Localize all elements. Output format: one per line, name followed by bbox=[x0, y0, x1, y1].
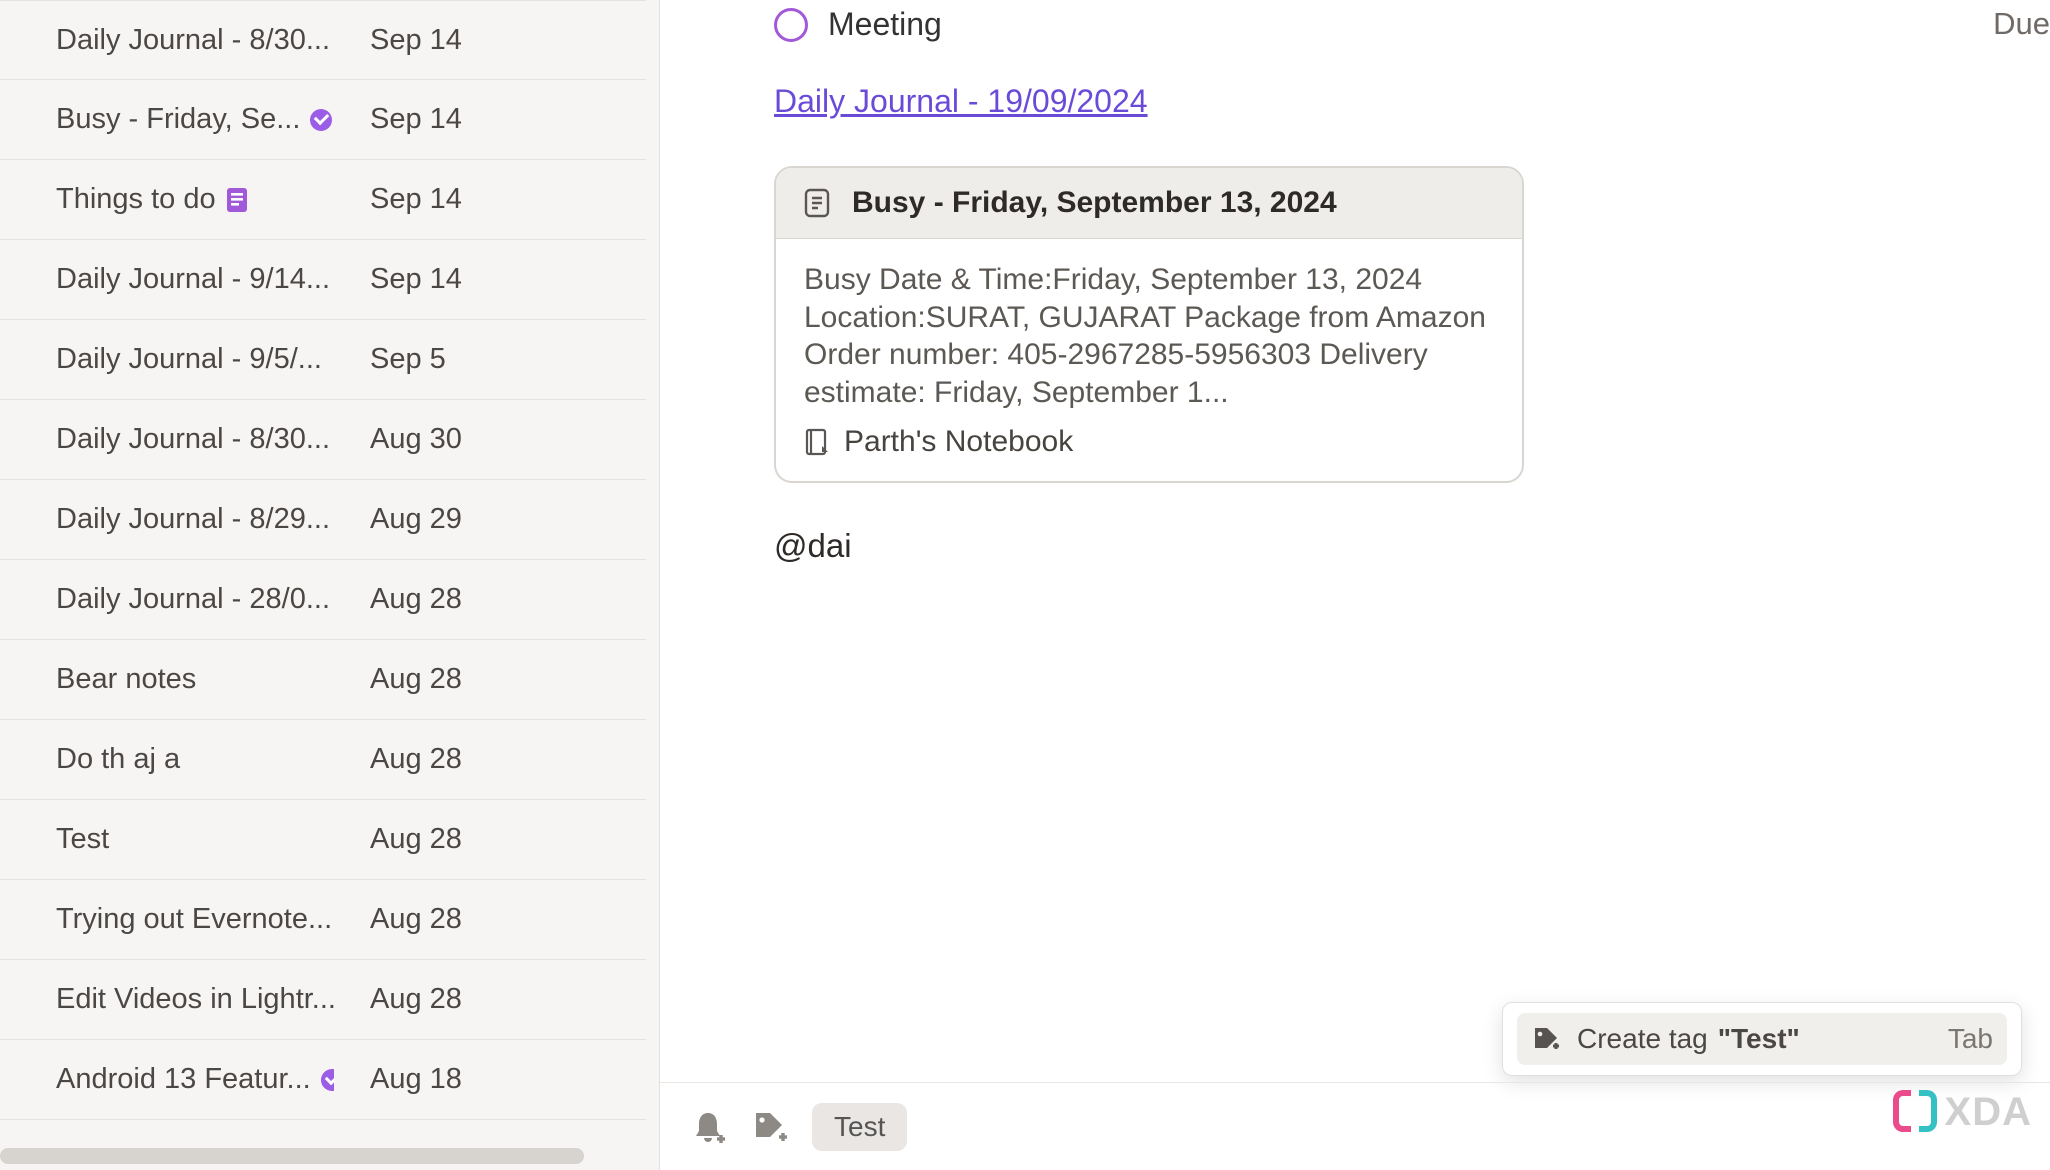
note-date: Aug 28 bbox=[370, 663, 462, 696]
add-tag-icon[interactable] bbox=[750, 1107, 790, 1147]
note-date: Aug 28 bbox=[370, 903, 462, 936]
card-body: Busy Date & Time:Friday, September 13, 2… bbox=[776, 239, 1522, 421]
note-title: Daily Journal - 9/5/... bbox=[56, 343, 334, 376]
tag-suggestion-text: Create tag "Test" bbox=[1577, 1023, 1932, 1055]
note-title: Bear notes bbox=[56, 663, 334, 696]
note-title: Busy - Friday, Se... bbox=[56, 103, 334, 136]
editor-pane: Due Meeting Daily Journal - 19/09/2024 B… bbox=[660, 0, 2050, 1170]
note-title: Do th aj a bbox=[56, 743, 334, 776]
note-title: Daily Journal - 28/0... bbox=[56, 583, 334, 616]
note-title: Daily Journal - 8/29... bbox=[56, 503, 334, 536]
tag-suggestion-shortcut: Tab bbox=[1948, 1023, 1993, 1055]
note-row[interactable]: Things to do Sep 14 bbox=[0, 160, 646, 240]
card-snippet: Busy Date & Time:Friday, September 13, 2… bbox=[804, 261, 1494, 411]
note-title: Edit Videos in Lightr... bbox=[56, 983, 334, 1016]
notebook-name: Parth's Notebook bbox=[844, 425, 1073, 459]
xda-text: XDA bbox=[1945, 1090, 2032, 1135]
note-date: Aug 28 bbox=[370, 983, 462, 1016]
note-row[interactable]: Edit Videos in Lightr... Aug 28 bbox=[0, 960, 646, 1040]
note-row[interactable]: Daily Journal - 9/14... Sep 14 bbox=[0, 240, 646, 320]
note-date: Aug 18 bbox=[370, 1063, 462, 1096]
notes-list: Daily Journal - 8/30...Sep 14Busy - Frid… bbox=[0, 0, 646, 1120]
card-header: Busy - Friday, September 13, 2024 bbox=[776, 168, 1522, 239]
note-date: Aug 28 bbox=[370, 743, 462, 776]
note-date: Sep 14 bbox=[370, 183, 462, 216]
xda-watermark: XDA bbox=[1891, 1088, 2032, 1136]
note-row[interactable]: Android 13 Featur... Aug 18 bbox=[0, 1040, 646, 1120]
notes-sidebar: Daily Journal - 8/30...Sep 14Busy - Frid… bbox=[0, 0, 660, 1170]
note-title: Daily Journal - 8/30... bbox=[56, 24, 334, 57]
card-footer: Parth's Notebook bbox=[776, 421, 1522, 481]
tag-add-icon bbox=[1531, 1024, 1561, 1054]
shared-check-icon bbox=[321, 1069, 334, 1091]
note-title: Test bbox=[56, 823, 334, 856]
note-icon bbox=[804, 188, 830, 218]
card-title: Busy - Friday, September 13, 2024 bbox=[852, 186, 1337, 220]
due-label: Due bbox=[1993, 6, 2050, 42]
note-date: Aug 30 bbox=[370, 423, 462, 456]
note-title: Trying out Evernote... bbox=[56, 903, 334, 936]
note-row[interactable]: Daily Journal - 8/30... Aug 30 bbox=[0, 400, 646, 480]
linked-note-card[interactable]: Busy - Friday, September 13, 2024 Busy D… bbox=[774, 166, 1524, 483]
note-date: Aug 29 bbox=[370, 503, 462, 536]
note-date: Sep 5 bbox=[370, 343, 446, 376]
note-row[interactable]: Trying out Evernote... Aug 28 bbox=[0, 880, 646, 960]
xda-logo-icon bbox=[1891, 1088, 1939, 1136]
tag-suggestion-item[interactable]: Create tag "Test" Tab bbox=[1517, 1013, 2007, 1065]
note-date: Aug 28 bbox=[370, 823, 462, 856]
note-date: Sep 14 bbox=[370, 103, 462, 136]
note-row[interactable]: Bear notes Aug 28 bbox=[0, 640, 646, 720]
editor-content[interactable]: Due Meeting Daily Journal - 19/09/2024 B… bbox=[660, 0, 2050, 1082]
note-row[interactable]: Daily Journal - 9/5/... Sep 5 bbox=[0, 320, 646, 400]
tag-suggestion-popup: Create tag "Test" Tab bbox=[1502, 1002, 2022, 1076]
note-date: Sep 14 bbox=[370, 263, 462, 296]
note-row[interactable]: Busy - Friday, Se... Sep 14 bbox=[0, 80, 646, 160]
internal-note-link[interactable]: Daily Journal - 19/09/2024 bbox=[774, 83, 1148, 120]
note-row[interactable]: Test Aug 28 bbox=[0, 800, 646, 880]
horizontal-scrollbar[interactable] bbox=[0, 1148, 584, 1164]
note-date: Sep 14 bbox=[370, 24, 462, 57]
checkbox-row: Meeting bbox=[774, 6, 2050, 43]
template-note-icon bbox=[226, 187, 248, 213]
note-title: Android 13 Featur... bbox=[56, 1063, 334, 1096]
note-title: Things to do bbox=[56, 183, 334, 216]
note-title: Daily Journal - 9/14... bbox=[56, 263, 334, 296]
editor-bottom-bar: Test bbox=[660, 1082, 2050, 1170]
shared-check-icon bbox=[310, 109, 332, 131]
task-checkbox[interactable] bbox=[774, 8, 808, 42]
task-label[interactable]: Meeting bbox=[828, 6, 942, 43]
note-date: Aug 28 bbox=[370, 583, 462, 616]
note-row[interactable]: Daily Journal - 8/30... Sep 14 bbox=[0, 0, 646, 80]
notebook-icon bbox=[804, 428, 830, 456]
note-title: Daily Journal - 8/30... bbox=[56, 423, 334, 456]
note-row[interactable]: Do th aj a Aug 28 bbox=[0, 720, 646, 800]
note-row[interactable]: Daily Journal - 28/0... Aug 28 bbox=[0, 560, 646, 640]
add-reminder-icon[interactable] bbox=[688, 1107, 728, 1147]
note-row[interactable]: Daily Journal - 8/29... Aug 29 bbox=[0, 480, 646, 560]
tag-input-chip[interactable]: Test bbox=[812, 1103, 907, 1151]
mention-typing[interactable]: @dai bbox=[774, 527, 2050, 565]
